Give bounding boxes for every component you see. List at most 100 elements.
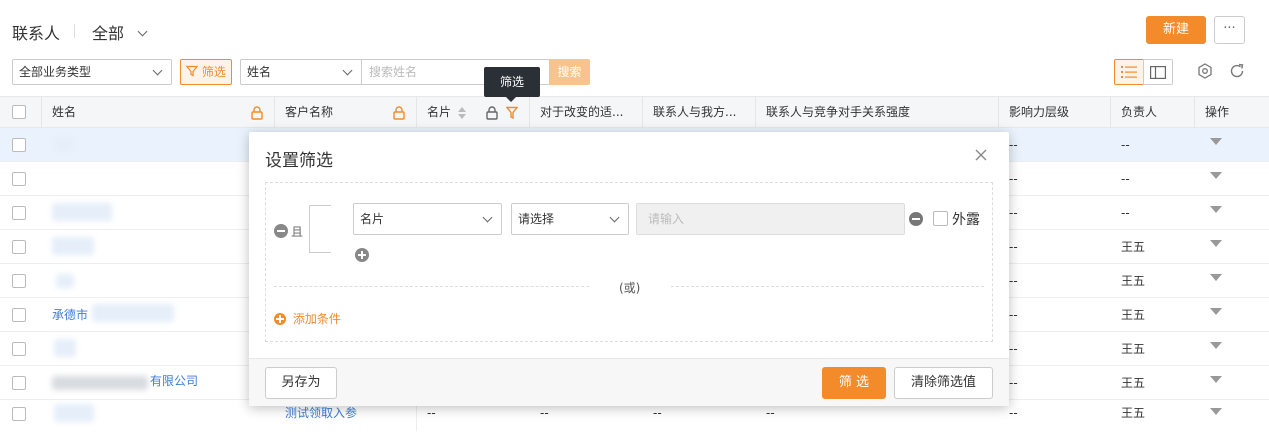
filter-dialog: 设置筛选 且 名片 请选择 请输入 外露 (或) 添加条件 另存为 筛 选 清除… (249, 132, 1009, 406)
redacted-name (52, 376, 148, 390)
add-condition-label: 添加条件 (292, 312, 341, 326)
influence-cell: -- (1009, 342, 1018, 356)
remove-group-icon[interactable] (274, 224, 288, 238)
influence-cell: -- (1009, 274, 1018, 288)
influence-cell: -- (1009, 172, 1018, 186)
close-icon[interactable] (975, 149, 987, 161)
row-action-caret-icon[interactable] (1210, 206, 1222, 213)
row-checkbox[interactable] (12, 240, 26, 254)
row-action-caret-icon[interactable] (1210, 342, 1222, 349)
filter-button[interactable]: 筛选 (180, 59, 232, 85)
col-influence[interactable]: 影响力层级 (999, 97, 1111, 128)
more-button[interactable]: ··· (1214, 16, 1245, 44)
business-type-select[interactable]: 全部业务类型 (12, 59, 172, 85)
redacted-name (52, 237, 94, 255)
condition-operator-select[interactable]: 请选择 (511, 203, 629, 235)
row-checkbox[interactable] (12, 376, 26, 390)
condition-field-label: 名片 (360, 212, 385, 226)
condition-group: 且 名片 请选择 请输入 外露 (或) 添加条件 (265, 182, 993, 342)
influence-cell: -- (1009, 240, 1018, 254)
exposed-label: 外露 (952, 212, 980, 228)
owner-cell: -- (1121, 206, 1130, 220)
search-field-label: 姓名 (247, 65, 272, 79)
table-header: 姓名 客户名称 名片 对于改变的适... 联系人与我方... 联系人与竞争对手关… (0, 96, 1269, 128)
col-name[interactable]: 姓名 (42, 97, 275, 128)
row-checkbox[interactable] (12, 308, 26, 322)
refresh-icon[interactable] (1229, 63, 1245, 79)
group-bracket (309, 205, 331, 253)
remove-condition-icon[interactable] (909, 212, 923, 226)
add-condition-link[interactable]: 添加条件 (274, 310, 341, 327)
add-icon (274, 312, 286, 325)
select-all-checkbox[interactable] (12, 105, 26, 119)
col-relation-us[interactable]: 联系人与我方... (643, 97, 756, 128)
col-customer[interactable]: 客户名称 (275, 97, 417, 128)
chevron-down-icon (152, 65, 163, 76)
influence-cell: -- (1009, 138, 1018, 152)
row-checkbox[interactable] (12, 172, 26, 186)
row-checkbox[interactable] (12, 138, 26, 152)
condition-field-select[interactable]: 名片 (353, 203, 502, 235)
row-checkbox[interactable] (12, 206, 26, 220)
new-button[interactable]: 新建 (1146, 16, 1206, 44)
redacted-name (56, 274, 74, 288)
search-field-select[interactable]: 姓名 (240, 59, 362, 85)
add-condition-icon[interactable] (355, 248, 369, 262)
redacted-name (52, 203, 112, 221)
page-title: 联系人 (12, 24, 61, 43)
list-view-button[interactable] (1114, 59, 1144, 85)
col-relation-competitor[interactable]: 联系人与竞争对手关系强度 (756, 97, 999, 128)
business-type-label: 全部业务类型 (19, 65, 92, 79)
contact-name-link[interactable]: 有限公司 (150, 364, 198, 398)
filter-tooltip: 筛选 (484, 67, 540, 102)
row-action-caret-icon[interactable] (1210, 274, 1222, 281)
row-action-caret-icon[interactable] (1210, 240, 1222, 247)
owner-cell: 王五 (1121, 342, 1146, 356)
sort-icon[interactable] (458, 107, 466, 119)
list-icon (1121, 66, 1137, 78)
influence-cell: -- (1009, 376, 1018, 390)
row-checkbox[interactable] (12, 407, 26, 421)
row-action-caret-icon[interactable] (1210, 138, 1222, 145)
or-divider-right (671, 286, 984, 287)
row-checkbox[interactable] (12, 342, 26, 356)
or-label: (或) (619, 281, 641, 295)
chevron-down-icon (342, 65, 353, 76)
apply-filter-button[interactable]: 筛 选 (822, 367, 886, 399)
row-action-caret-icon[interactable] (1210, 308, 1222, 315)
split-view-button[interactable] (1143, 59, 1173, 85)
chevron-down-icon (137, 26, 148, 37)
owner-cell: 王五 (1121, 308, 1146, 322)
settings-icon[interactable] (1197, 63, 1213, 79)
filter-icon[interactable] (506, 106, 518, 120)
save-as-button[interactable]: 另存为 (265, 367, 337, 399)
search-button[interactable]: 搜索 (549, 59, 590, 85)
redacted-name (92, 304, 174, 322)
lock-icon (393, 106, 405, 120)
row-checkbox[interactable] (12, 274, 26, 288)
col-customer-label: 客户名称 (285, 105, 334, 119)
condition-value-input[interactable]: 请输入 (636, 203, 905, 235)
or-divider-left (274, 286, 589, 287)
value-placeholder: 请输入 (648, 212, 685, 226)
view-selector[interactable]: 全部 (92, 20, 148, 44)
redacted-name (54, 136, 74, 152)
col-owner[interactable]: 负责人 (1111, 97, 1195, 128)
chevron-down-icon (609, 212, 620, 223)
contact-name-link[interactable]: 承德市 (52, 298, 88, 332)
influence-cell: -- (1009, 308, 1018, 322)
clear-filter-button[interactable]: 清除筛选值 (894, 367, 993, 399)
owner-cell: 王五 (1121, 240, 1146, 254)
exposed-checkbox[interactable] (933, 211, 948, 226)
row-action-caret-icon[interactable] (1210, 172, 1222, 179)
chevron-down-icon (482, 212, 493, 223)
divider (74, 24, 75, 38)
influence-cell: -- (1009, 206, 1018, 220)
search-placeholder: 搜索姓名 (369, 65, 418, 79)
col-adapt-change[interactable]: 对于改变的适... (530, 97, 643, 128)
row-action-caret-icon[interactable] (1210, 408, 1222, 415)
influence-cell: -- (1009, 406, 1018, 420)
select-all-cell (0, 97, 42, 128)
row-action-caret-icon[interactable] (1210, 376, 1222, 383)
lock-icon (251, 106, 263, 120)
